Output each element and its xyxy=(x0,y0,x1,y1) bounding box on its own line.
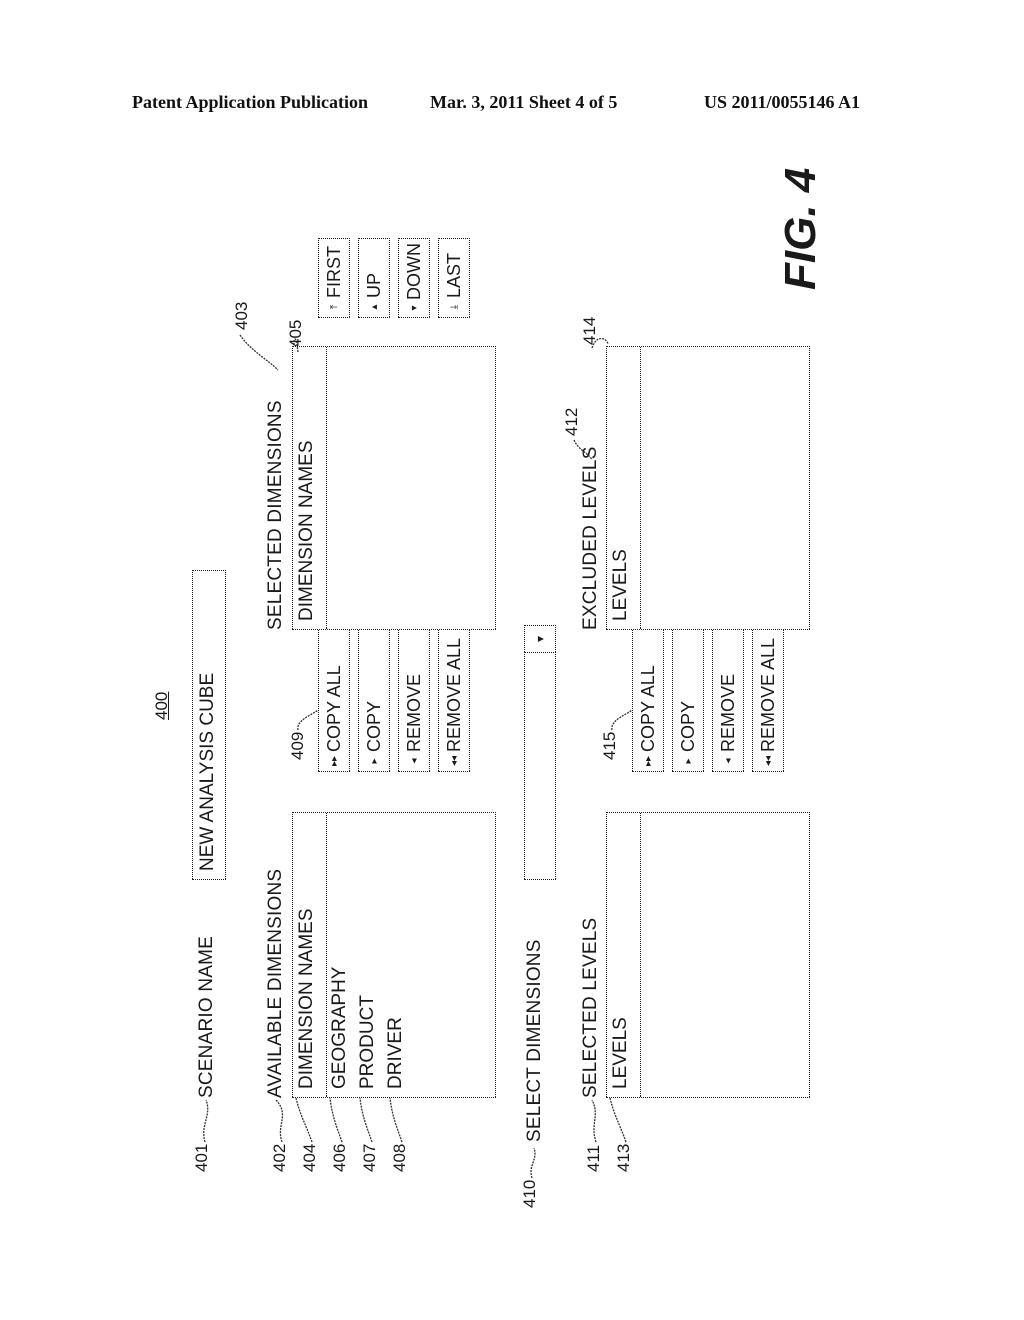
copy-level-button[interactable]: ▸ COPY xyxy=(672,606,704,772)
lead-413 xyxy=(609,1097,627,1143)
select-dimensions-label: SELECT DIMENSIONS xyxy=(524,939,545,1142)
ref-412: 412 xyxy=(562,407,581,436)
excluded-levels-label: EXCLUDED LEVELS xyxy=(580,446,601,630)
lead-411 xyxy=(591,1099,597,1143)
remove-level-button[interactable]: ◂ REMOVE xyxy=(712,606,744,772)
selected-levels-label: SELECTED LEVELS xyxy=(580,917,601,1098)
button-label: LAST xyxy=(443,252,464,298)
ref-414: 414 xyxy=(580,316,599,345)
copy-all-dimensions-button[interactable]: ▸▸ COPY ALL xyxy=(318,606,350,772)
dropdown-arrow-button[interactable]: ▾ xyxy=(523,625,556,653)
scenario-name-label: SCENARIO NAME xyxy=(196,935,217,1098)
ref-413: 413 xyxy=(614,1143,633,1172)
arrow-left-icon: ◂ xyxy=(408,758,420,764)
double-arrow-left-icon: ◂◂ xyxy=(762,755,774,767)
ref-410: 410 xyxy=(520,1179,539,1208)
selected-dimensions-header: DIMENSION NAMES xyxy=(293,347,327,629)
lead-404 xyxy=(295,1097,313,1143)
ref-411: 411 xyxy=(584,1144,603,1172)
ref-402: 402 xyxy=(270,1143,289,1172)
button-label: FIRST xyxy=(323,246,344,298)
chevron-down-icon: ▾ xyxy=(532,635,547,643)
list-item-geography[interactable]: GEOGRAPHY xyxy=(329,967,351,1089)
button-label: REMOVE ALL xyxy=(443,637,464,752)
move-down-button[interactable]: ▾ DOWN xyxy=(398,238,430,318)
double-arrow-left-icon: ◂◂ xyxy=(448,755,460,767)
lead-415 xyxy=(611,709,633,731)
move-up-button[interactable]: ▴ UP xyxy=(358,238,390,318)
move-last-icon: ⤓ xyxy=(448,304,460,310)
ref-406: 406 xyxy=(330,1143,349,1172)
lead-407 xyxy=(359,1097,373,1143)
lead-lines xyxy=(203,334,633,1179)
ref-405: 405 xyxy=(286,319,305,348)
figure-drawing: 400 401 SCENARIO NAME NEW ANALYSIS CUBE … xyxy=(0,0,1024,1320)
double-arrow-right-icon: ▸▸ xyxy=(328,755,340,767)
remove-all-levels-button[interactable]: ◂◂ REMOVE ALL xyxy=(752,606,784,772)
button-label: REMOVE xyxy=(403,673,424,752)
available-dimensions-header: DIMENSION NAMES xyxy=(293,813,327,1097)
move-up-icon: ▴ xyxy=(368,304,380,310)
lead-410 xyxy=(530,1147,536,1179)
scenario-name-input[interactable]: NEW ANALYSIS CUBE xyxy=(192,570,226,880)
list-item-product[interactable]: PRODUCT xyxy=(357,995,379,1089)
ref-403: 403 xyxy=(232,301,251,330)
move-first-icon: ⤒ xyxy=(328,304,340,310)
move-first-button[interactable]: ⤒ FIRST xyxy=(318,238,350,318)
move-down-icon: ▾ xyxy=(408,305,420,311)
ref-404: 404 xyxy=(300,1143,319,1172)
list-item-driver[interactable]: DRIVER xyxy=(385,1017,407,1089)
button-label: COPY xyxy=(363,700,384,752)
button-label: REMOVE xyxy=(717,673,738,752)
button-label: REMOVE ALL xyxy=(757,637,778,752)
available-dimensions-list[interactable]: DIMENSION NAMES GEOGRAPHY PRODUCT DRIVER xyxy=(292,812,496,1098)
excluded-levels-header: LEVELS xyxy=(607,347,641,629)
selected-dimensions-list[interactable]: DIMENSION NAMES xyxy=(292,346,496,630)
figure-ref-400: 400 xyxy=(152,691,171,720)
ref-409: 409 xyxy=(288,731,307,760)
arrow-left-icon: ◂ xyxy=(722,758,734,764)
figure-label: FIG. 4 xyxy=(776,167,825,290)
selected-levels-list[interactable]: LEVELS xyxy=(606,812,810,1098)
lead-402 xyxy=(275,1099,284,1143)
excluded-levels-list[interactable]: LEVELS xyxy=(606,346,810,630)
selected-levels-header: LEVELS xyxy=(607,813,641,1097)
copy-all-levels-button[interactable]: ▸▸ COPY ALL xyxy=(632,606,664,772)
ref-407: 407 xyxy=(360,1143,379,1172)
button-label: DOWN xyxy=(403,243,424,300)
available-dimensions-label: AVAILABLE DIMENSIONS xyxy=(265,868,286,1098)
double-arrow-right-icon: ▸▸ xyxy=(642,755,654,767)
ref-401: 401 xyxy=(192,1143,211,1172)
select-dimensions-dropdown[interactable]: ▾ xyxy=(523,625,556,880)
lead-406 xyxy=(329,1097,343,1143)
lead-401 xyxy=(203,1099,209,1143)
ref-415: 415 xyxy=(600,731,619,760)
button-label: COPY xyxy=(677,700,698,752)
remove-all-dimensions-button[interactable]: ◂◂ REMOVE ALL xyxy=(438,606,470,772)
arrow-right-icon: ▸ xyxy=(682,758,694,764)
selected-dimensions-label: SELECTED DIMENSIONS xyxy=(265,400,286,630)
ref-408: 408 xyxy=(390,1143,409,1172)
button-label: COPY ALL xyxy=(323,665,344,752)
copy-dimension-button[interactable]: ▸ COPY xyxy=(358,606,390,772)
button-label: COPY ALL xyxy=(637,665,658,752)
lead-408 xyxy=(389,1097,403,1143)
lead-403 xyxy=(239,334,279,371)
move-last-button[interactable]: ⤓ LAST xyxy=(438,238,470,318)
lead-409 xyxy=(297,709,319,731)
button-label: UP xyxy=(363,272,384,298)
arrow-right-icon: ▸ xyxy=(368,758,380,764)
remove-dimension-button[interactable]: ◂ REMOVE xyxy=(398,606,430,772)
